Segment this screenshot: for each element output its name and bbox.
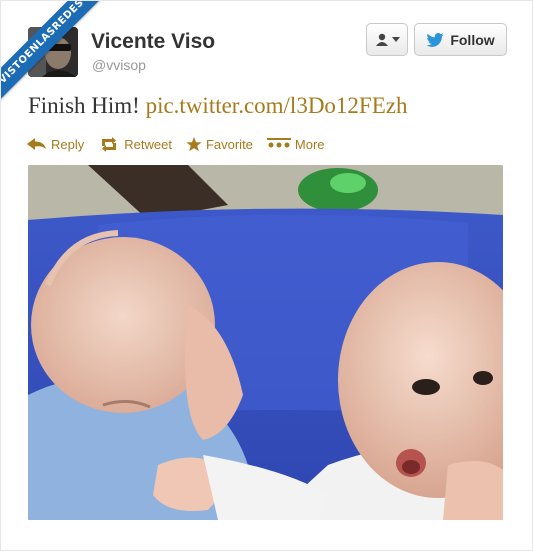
reply-icon [27, 138, 46, 150]
watermark-text: VISTOENLASREDES [1, 1, 103, 103]
retweet-icon [102, 136, 117, 152]
more-action[interactable]: More [266, 136, 325, 152]
tweet-media-link[interactable]: pic.twitter.com/l3Do12FEzh [146, 93, 408, 118]
tweet-actions: Reply Retweet Favorite More [27, 134, 339, 154]
star-icon [186, 136, 202, 151]
caret-down-icon [391, 36, 400, 42]
watermark-ribbon: VISTOENLASREDES [1, 1, 111, 111]
reply-label: Reply [51, 136, 85, 152]
favorite-action[interactable]: Favorite [186, 136, 253, 152]
twitter-bird-icon [426, 32, 444, 47]
follow-label: Follow [450, 31, 495, 48]
tweet-card: VISTOENLASREDES Vicente Viso @vvisop Fol… [0, 0, 533, 551]
favorite-label: Favorite [205, 136, 253, 152]
reply-action[interactable]: Reply [27, 137, 84, 152]
user-icon [375, 33, 388, 46]
user-actions-button[interactable] [366, 23, 408, 56]
retweet-action[interactable]: Retweet [98, 136, 172, 152]
more-icon [266, 138, 291, 148]
retweet-label: Retweet [124, 136, 172, 152]
more-label: More [294, 136, 325, 152]
follow-button[interactable]: Follow [414, 23, 507, 56]
tweet-photo[interactable] [28, 165, 503, 520]
